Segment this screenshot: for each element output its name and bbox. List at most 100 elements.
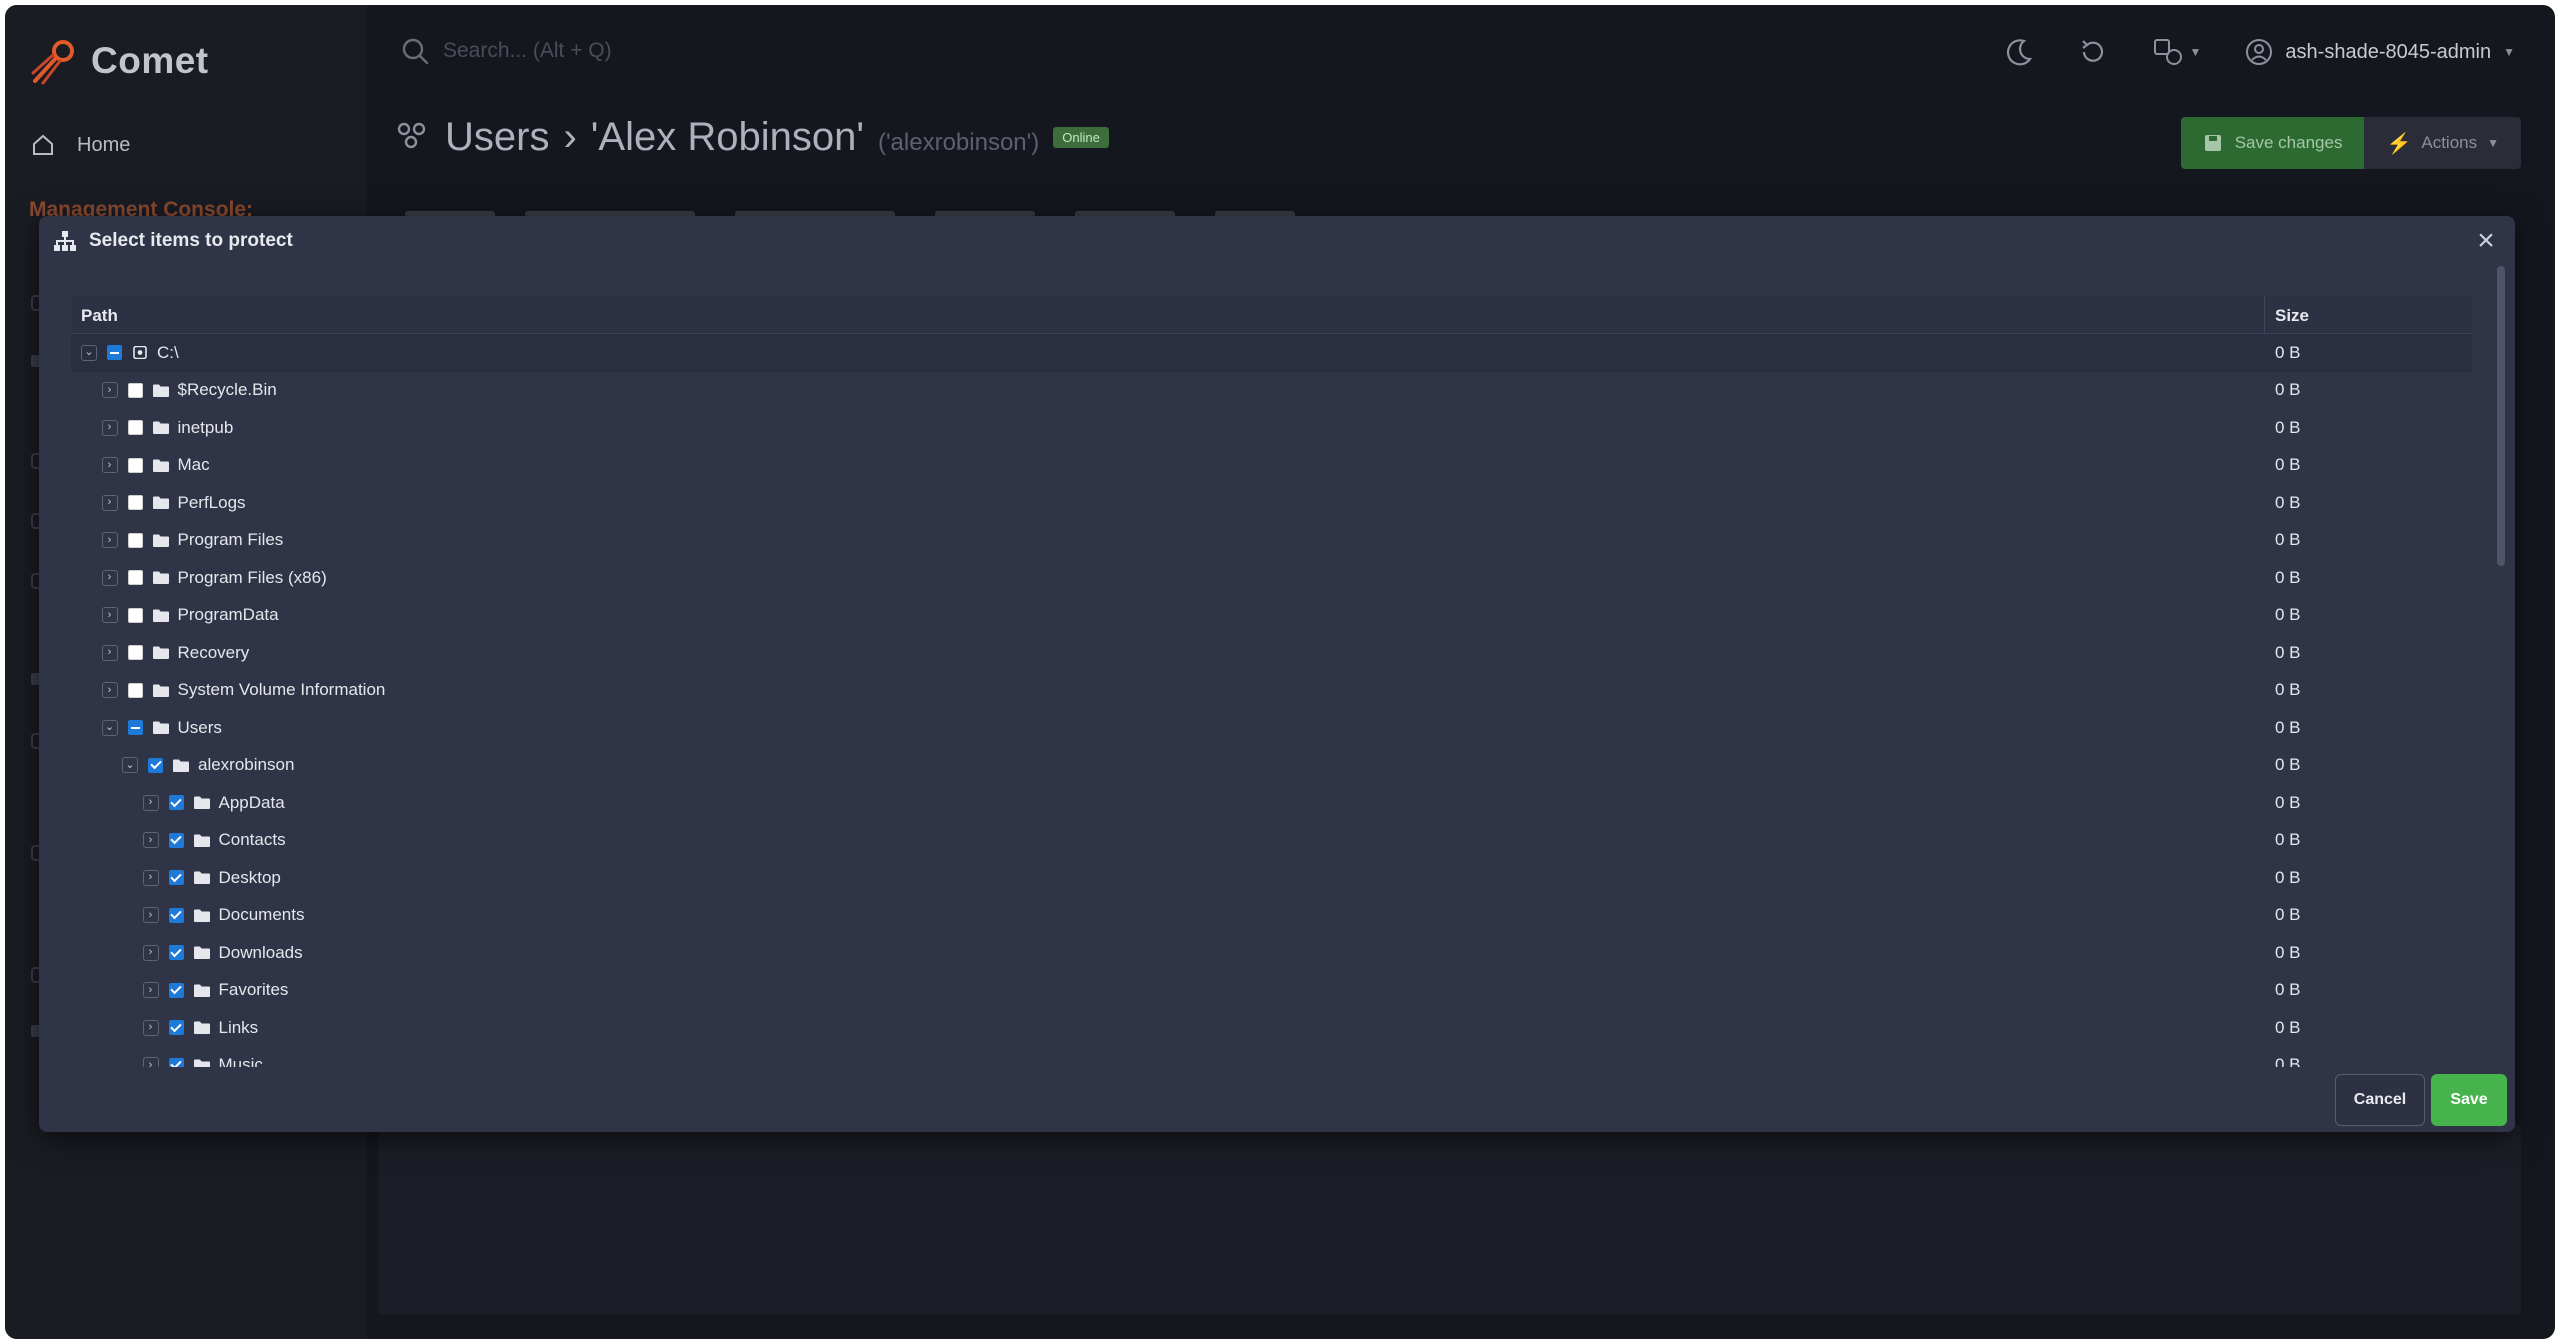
- chevron-down-icon[interactable]: ⌄: [81, 344, 97, 361]
- row-checkbox[interactable]: [127, 720, 143, 736]
- row-name: Program Files: [177, 530, 284, 550]
- tree-row[interactable]: › Music 0 B: [71, 1047, 2472, 1067]
- column-divider[interactable]: [2264, 296, 2265, 334]
- row-checkbox[interactable]: [127, 420, 143, 436]
- tree-row[interactable]: › Documents 0 B: [71, 897, 2472, 935]
- cancel-button[interactable]: Cancel: [2335, 1074, 2425, 1126]
- chevron-right-icon[interactable]: ›: [101, 682, 118, 699]
- row-checkbox[interactable]: [127, 570, 143, 586]
- file-tree: Path Size ⌄ C:\ 0 B › $Recycle.Bin 0 B › inetpu…: [71, 296, 2512, 1067]
- row-size: 0 B: [2275, 1017, 2301, 1037]
- chevron-right-icon[interactable]: ›: [142, 944, 159, 961]
- row-checkbox[interactable]: [168, 982, 184, 998]
- chevron-right-icon[interactable]: ›: [142, 1057, 159, 1067]
- tree-row[interactable]: ⌄ Users 0 B: [71, 709, 2472, 747]
- tree-row[interactable]: › PerfLogs 0 B: [71, 484, 2472, 522]
- breadcrumb-users[interactable]: Users: [445, 115, 549, 160]
- dark-mode-moon-icon[interactable]: [2004, 37, 2034, 67]
- row-name: Desktop: [218, 867, 281, 887]
- chevron-right-icon[interactable]: ›: [101, 457, 118, 474]
- actions-button[interactable]: ⚡ Actions ▼: [2364, 117, 2521, 169]
- search-input[interactable]: Search... (Alt + Q): [443, 39, 612, 63]
- row-checkbox[interactable]: [148, 757, 163, 773]
- top-bar: Search... (Alt + Q) ▼ ash-shade-8045-adm…: [367, 5, 2555, 105]
- refresh-icon[interactable]: [2078, 37, 2108, 67]
- folder-icon: [152, 421, 169, 435]
- row-checkbox[interactable]: [107, 345, 122, 361]
- tree-row[interactable]: › Program Files 0 B: [71, 522, 2472, 560]
- row-checkbox[interactable]: [168, 1020, 184, 1036]
- app-logo[interactable]: Comet: [27, 33, 209, 89]
- tree-row[interactable]: ⌄ alexrobinson 0 B: [71, 747, 2472, 785]
- tree-row[interactable]: › Desktop 0 B: [71, 859, 2472, 897]
- chevron-right-icon[interactable]: ›: [142, 869, 159, 886]
- tree-row[interactable]: › inetpub 0 B: [71, 409, 2472, 447]
- search-bar[interactable]: Search... (Alt + Q): [401, 37, 612, 65]
- chevron-right-icon[interactable]: ›: [142, 832, 159, 849]
- row-checkbox[interactable]: [168, 870, 184, 886]
- row-name: Music: [218, 1055, 263, 1067]
- row-checkbox[interactable]: [168, 832, 184, 848]
- tree-rows: ⌄ C:\ 0 B › $Recycle.Bin 0 B › inetpub 0 B › Mac 0 …: [71, 334, 2472, 1067]
- chevron-right-icon[interactable]: ›: [101, 382, 118, 399]
- folder-icon: [152, 534, 169, 547]
- chevron-right-icon[interactable]: ›: [142, 794, 159, 811]
- row-checkbox[interactable]: [127, 457, 143, 473]
- row-checkbox[interactable]: [127, 682, 143, 698]
- chevron-right-icon[interactable]: ›: [142, 1019, 159, 1036]
- row-checkbox[interactable]: [127, 382, 143, 398]
- column-header-path[interactable]: Path: [81, 306, 118, 326]
- language-menu[interactable]: ▼: [2152, 37, 2201, 67]
- chevron-right-icon[interactable]: ›: [142, 907, 159, 924]
- chevron-right-icon[interactable]: ›: [101, 569, 118, 586]
- tree-row[interactable]: › ProgramData 0 B: [71, 597, 2472, 635]
- chevron-right-icon[interactable]: ›: [101, 419, 118, 436]
- save-button[interactable]: Save: [2431, 1074, 2507, 1126]
- row-checkbox[interactable]: [168, 795, 184, 811]
- folder-icon: [152, 384, 169, 397]
- chevron-right-icon[interactable]: ›: [142, 982, 159, 999]
- row-checkbox[interactable]: [127, 495, 143, 511]
- row-checkbox[interactable]: [127, 532, 143, 548]
- user-menu[interactable]: ash-shade-8045-admin ▼: [2245, 38, 2515, 66]
- tree-row[interactable]: › Links 0 B: [71, 1009, 2472, 1047]
- chevron-right-icon[interactable]: ›: [101, 494, 118, 511]
- tree-row[interactable]: › $Recycle.Bin 0 B: [71, 372, 2472, 410]
- chevron-down-icon[interactable]: ⌄: [122, 757, 138, 774]
- chevron-right-icon[interactable]: ›: [101, 532, 118, 549]
- user-display-name: 'Alex Robinson': [590, 115, 864, 159]
- row-size: 0 B: [2275, 417, 2301, 437]
- row-size: 0 B: [2275, 380, 2301, 400]
- tree-row[interactable]: › AppData 0 B: [71, 784, 2472, 822]
- chevron-right-icon[interactable]: ›: [101, 607, 118, 624]
- column-header-size[interactable]: Size: [2275, 306, 2309, 326]
- header-buttons: Save changes ⚡ Actions ▼: [2180, 117, 2521, 169]
- row-size: 0 B: [2275, 567, 2301, 587]
- row-size: 0 B: [2275, 792, 2301, 812]
- row-checkbox[interactable]: [168, 907, 184, 923]
- sidebar-item-home[interactable]: Home: [31, 133, 130, 157]
- tree-row[interactable]: ⌄ C:\ 0 B: [71, 334, 2472, 372]
- floppy-disk-icon: [2204, 135, 2221, 151]
- folder-icon: [193, 1059, 210, 1067]
- row-checkbox[interactable]: [168, 945, 184, 961]
- actions-label: Actions: [2421, 133, 2478, 152]
- tree-row[interactable]: › Recovery 0 B: [71, 634, 2472, 672]
- scrollbar[interactable]: [2497, 266, 2505, 566]
- tree-row[interactable]: › Favorites 0 B: [71, 972, 2472, 1010]
- tree-row[interactable]: › Contacts 0 B: [71, 822, 2472, 860]
- tree-row[interactable]: › Program Files (x86) 0 B: [71, 559, 2472, 597]
- row-checkbox[interactable]: [168, 1057, 184, 1067]
- chevron-down-icon[interactable]: ⌄: [101, 719, 118, 736]
- tree-row[interactable]: › System Volume Information 0 B: [71, 672, 2472, 710]
- chevron-right-icon[interactable]: ›: [101, 644, 118, 661]
- row-name: C:\: [157, 342, 179, 362]
- close-icon[interactable]: ×: [2471, 226, 2501, 256]
- row-name: Mac: [177, 455, 210, 475]
- row-checkbox[interactable]: [127, 607, 143, 623]
- chevron-down-icon: ▼: [2487, 136, 2499, 150]
- row-checkbox[interactable]: [127, 645, 143, 661]
- tree-row[interactable]: › Downloads 0 B: [71, 934, 2472, 972]
- save-changes-button[interactable]: Save changes: [2180, 117, 2365, 169]
- tree-row[interactable]: › Mac 0 B: [71, 447, 2472, 485]
